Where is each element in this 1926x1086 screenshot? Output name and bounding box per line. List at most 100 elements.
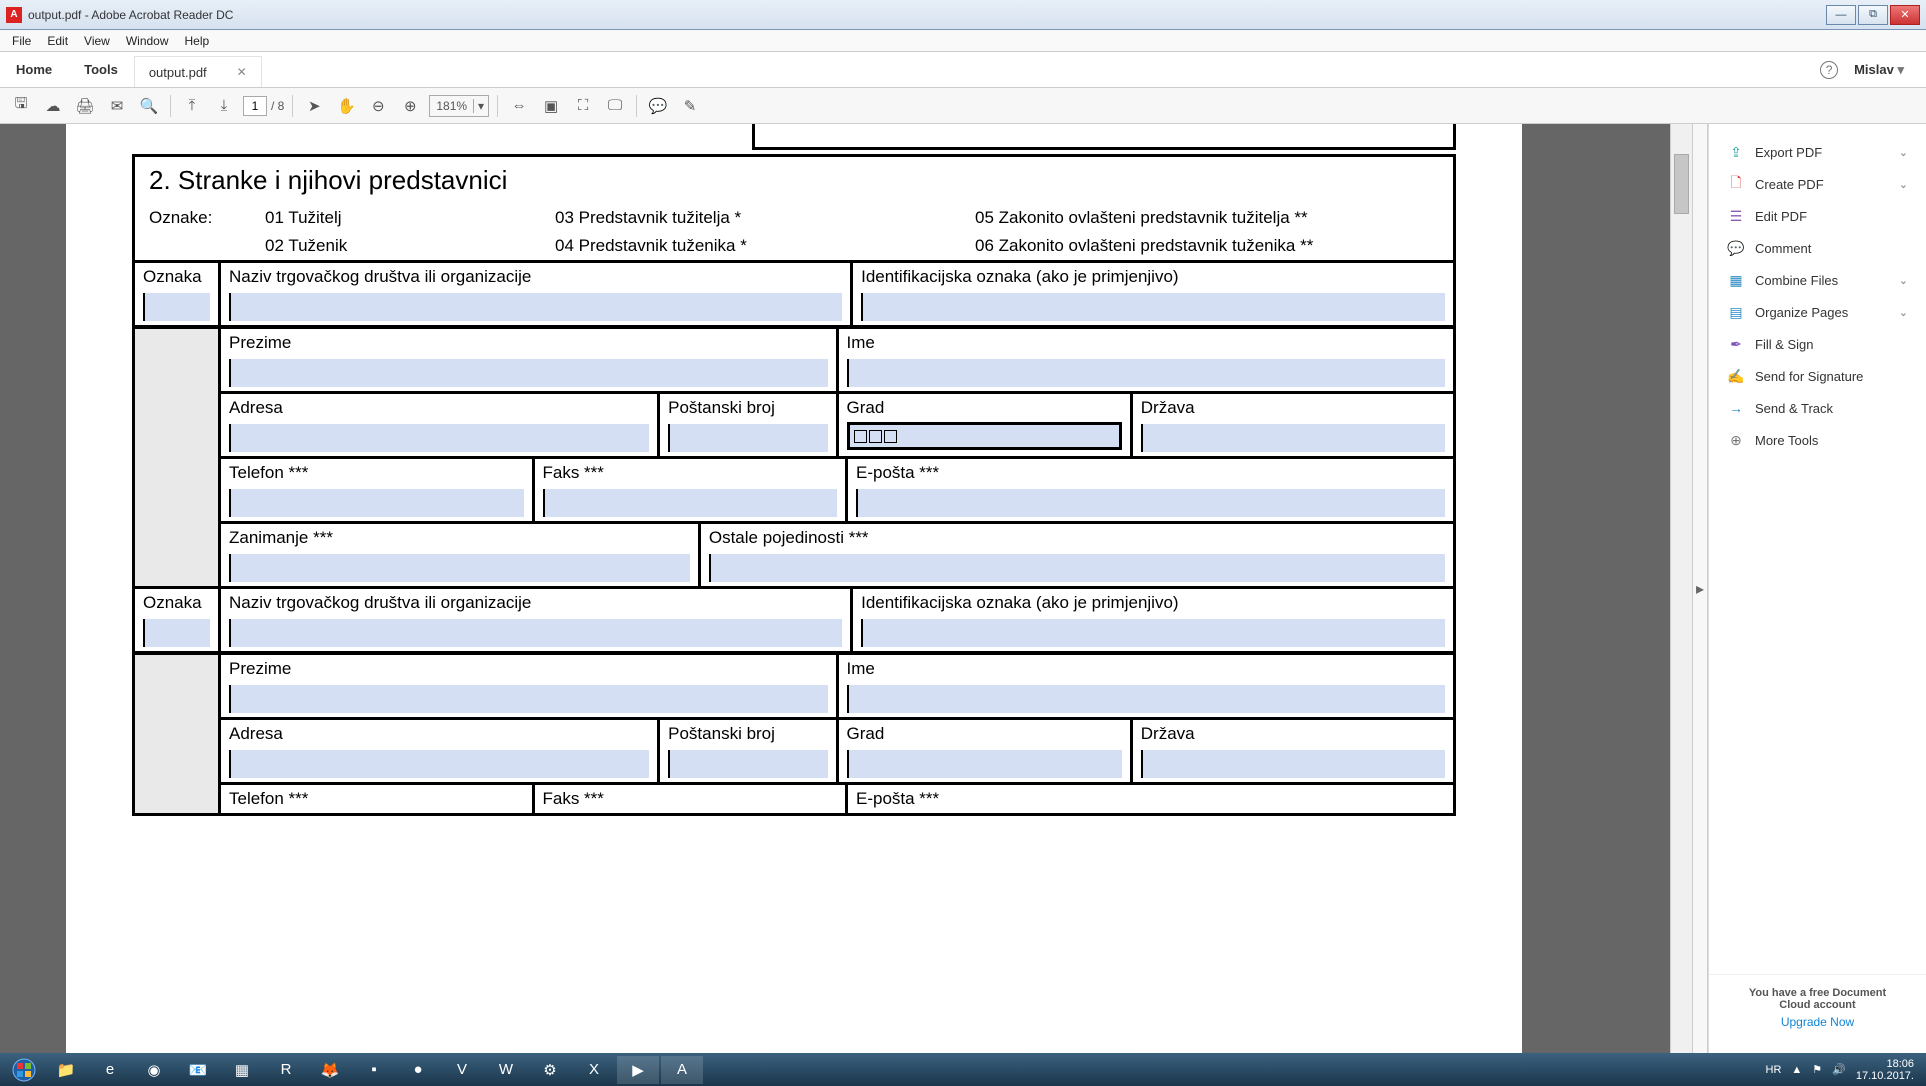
hand-icon[interactable]: ✋ [333,93,359,119]
rp-more-tools[interactable]: ⊕More Tools [1709,424,1926,456]
task-ie-icon[interactable]: e [89,1056,131,1084]
tray-clock[interactable]: 18:06 17.10.2017. [1856,1058,1914,1082]
field-ident-1[interactable] [861,293,1445,321]
save-icon[interactable]: 🖫 [8,93,34,119]
field-grad-2[interactable] [847,750,1122,778]
page-number-input[interactable] [243,96,267,116]
page-down-icon[interactable]: ⤓ [211,93,237,119]
maximize-button[interactable]: ⧉ [1858,5,1888,25]
email-icon[interactable]: ✉ [104,93,130,119]
field-postanski-2[interactable] [668,750,827,778]
upgrade-now-link[interactable]: Upgrade Now [1727,1015,1908,1029]
fullscreen-icon[interactable]: ⛶ [570,93,596,119]
rp-export-pdf[interactable]: ⇪Export PDF⌄ [1709,136,1926,168]
chevron-down-icon: ⌄ [1899,146,1908,159]
field-postanski-1[interactable] [668,424,827,452]
chevron-down-icon: ⌄ [1899,306,1908,319]
task-r-icon[interactable]: R [265,1056,307,1084]
zoom-dropdown-icon[interactable]: ▾ [473,99,488,113]
close-button[interactable]: ✕ [1890,5,1920,25]
zoom-out-icon[interactable]: ⊖ [365,93,391,119]
field-naziv-2[interactable] [229,619,842,647]
fit-page-icon[interactable]: ▣ [538,93,564,119]
toolbar: 🖫 ☁ 🖨 ✉ 🔍 ⤒ ⤓ / 8 ➤ ✋ ⊖ ⊕ 181% ▾ ⇔ ▣ ⛶ 🖵… [0,88,1926,124]
task-outlook-icon[interactable]: 📧 [177,1056,219,1084]
scrollbar-thumb[interactable] [1674,154,1689,214]
field-ident-2[interactable] [861,619,1445,647]
read-mode-icon[interactable]: 🖵 [602,93,628,119]
task-terminal-icon[interactable]: ▪ [353,1056,395,1084]
rp-organize[interactable]: ▤Organize Pages⌄ [1709,296,1926,328]
fit-width-icon[interactable]: ⇔ [506,93,532,119]
user-menu[interactable]: Mislav ▾ [1854,62,1904,78]
task-acrobat-icon[interactable]: A [661,1056,703,1084]
field-eposta-1[interactable] [856,489,1445,517]
field-prezime-2[interactable] [229,685,828,713]
tab-home[interactable]: Home [0,52,68,87]
help-icon[interactable]: ? [1820,61,1838,79]
tray-up-icon[interactable]: ▲ [1791,1064,1802,1076]
tools-panel: ⇪Export PDF⌄ 🗋Create PDF⌄ ☰Edit PDF 💬Com… [1708,124,1926,1053]
field-naziv-1[interactable] [229,293,842,321]
tray-flag-icon[interactable]: ⚑ [1812,1063,1822,1076]
task-word-icon[interactable]: W [485,1056,527,1084]
field-faks-1[interactable] [543,489,838,517]
document-viewport[interactable]: 2. Stranke i njihovi predstavnici Oznake… [0,124,1692,1053]
field-ime-1[interactable] [847,359,1446,387]
menu-edit[interactable]: Edit [39,32,76,50]
task-gear-icon[interactable]: ⚙ [529,1056,571,1084]
tab-tools[interactable]: Tools [68,52,134,87]
rp-send-signature[interactable]: ✍Send for Signature [1709,360,1926,392]
pointer-icon[interactable]: ➤ [301,93,327,119]
close-tab-icon[interactable]: ✕ [237,65,247,79]
field-adresa-1[interactable] [229,424,649,452]
field-drzava-1[interactable] [1141,424,1445,452]
task-excel-icon[interactable]: X [573,1056,615,1084]
rp-comment[interactable]: 💬Comment [1709,232,1926,264]
zoom-selector[interactable]: 181% ▾ [429,95,489,117]
field-ime-2[interactable] [847,685,1446,713]
field-grad-1[interactable] [847,422,1122,450]
collapse-right-panel[interactable]: ▸ [1692,124,1708,1053]
field-adresa-2[interactable] [229,750,649,778]
rp-edit-pdf[interactable]: ☰Edit PDF [1709,200,1926,232]
rp-send-track[interactable]: →Send & Track [1709,392,1926,424]
tray-volume-icon[interactable]: 🔊 [1832,1063,1846,1076]
field-ostale-1[interactable] [709,554,1445,582]
field-telefon-1[interactable] [229,489,524,517]
vertical-scrollbar[interactable] [1670,124,1692,1053]
rp-fill-sign[interactable]: ✒Fill & Sign [1709,328,1926,360]
label-oznaka-2: Oznaka [143,593,210,613]
field-oznaka-1[interactable] [143,293,210,321]
cloud-icon[interactable]: ☁ [40,93,66,119]
rp-create-pdf[interactable]: 🗋Create PDF⌄ [1709,168,1926,200]
field-zanimanje-1[interactable] [229,554,690,582]
start-button[interactable] [4,1056,44,1084]
tab-document[interactable]: output.pdf ✕ [134,56,262,87]
export-pdf-icon: ⇪ [1727,143,1745,161]
task-chrome-icon[interactable]: ◉ [133,1056,175,1084]
task-blue-icon[interactable]: ● [397,1056,439,1084]
legend-01: 01 Tužitelj [265,208,555,228]
field-prezime-1[interactable] [229,359,828,387]
search-icon[interactable]: 🔍 [136,93,162,119]
menu-view[interactable]: View [76,32,118,50]
tray-lang[interactable]: HR [1766,1064,1782,1076]
task-explorer-icon[interactable]: 📁 [45,1056,87,1084]
highlight-icon[interactable]: ✎ [677,93,703,119]
task-powershell-icon[interactable]: ▶ [617,1056,659,1084]
rp-combine[interactable]: ▦Combine Files⌄ [1709,264,1926,296]
menu-file[interactable]: File [4,32,39,50]
field-oznaka-2[interactable] [143,619,210,647]
comment-icon[interactable]: 💬 [645,93,671,119]
print-icon[interactable]: 🖨 [72,93,98,119]
minimize-button[interactable]: — [1826,5,1856,25]
field-drzava-2[interactable] [1141,750,1445,778]
menu-window[interactable]: Window [118,32,177,50]
task-grid-icon[interactable]: ▦ [221,1056,263,1084]
task-vnc-icon[interactable]: V [441,1056,483,1084]
zoom-in-icon[interactable]: ⊕ [397,93,423,119]
menu-help[interactable]: Help [177,32,218,50]
page-up-icon[interactable]: ⤒ [179,93,205,119]
task-firefox-icon[interactable]: 🦊 [309,1056,351,1084]
